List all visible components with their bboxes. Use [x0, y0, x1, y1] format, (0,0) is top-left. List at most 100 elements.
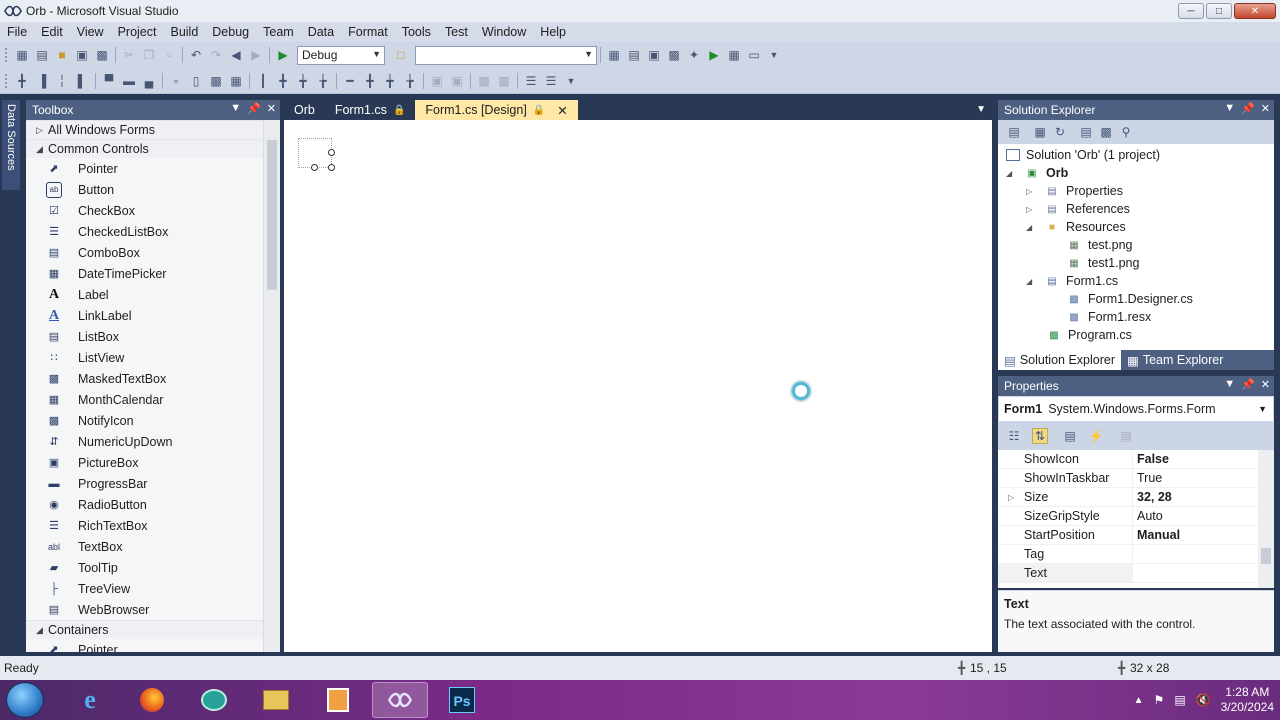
toolbox-item-datetimepicker[interactable]: ▦ DateTimePicker	[26, 263, 280, 284]
properties-object-selector[interactable]: Form1 System.Windows.Forms.Form ▼	[998, 396, 1274, 422]
messenger-icon[interactable]	[186, 682, 242, 718]
align-bottoms-icon[interactable]: ▄	[141, 73, 157, 89]
tree-item-resources[interactable]: ◢ ■ Resources	[1026, 218, 1126, 236]
tab-orb[interactable]: Orb	[284, 100, 325, 120]
network-icon[interactable]: ▤	[1174, 693, 1185, 707]
solution-explorer-icon[interactable]: ▦	[606, 47, 622, 63]
window-position-icon[interactable]: ▼	[1224, 378, 1235, 391]
property-row-tag[interactable]: Tag	[998, 545, 1258, 564]
tree-item-program-cs[interactable]: ▩ Program.cs	[1046, 326, 1132, 344]
firefox-icon[interactable]	[124, 682, 180, 718]
toolbox-group-common-controls[interactable]: ◢ Common Controls	[26, 139, 280, 158]
align-rights-icon[interactable]: ▌	[74, 73, 90, 89]
align-to-grid-icon[interactable]: ╋	[14, 73, 30, 89]
bring-to-front-icon[interactable]: ▩	[476, 73, 492, 89]
close-tab-icon[interactable]: ✕	[557, 103, 567, 118]
add-item-icon[interactable]: ▤	[34, 47, 50, 63]
start-page-icon[interactable]: ▶	[706, 47, 722, 63]
tree-item-properties[interactable]: ▷ ▤ Properties	[1026, 182, 1123, 200]
cut-icon[interactable]: ✂	[121, 47, 137, 63]
close-icon[interactable]: ✕	[1261, 378, 1270, 391]
pin-icon[interactable]: 📌	[1241, 102, 1255, 115]
window-position-icon[interactable]: ▼	[1224, 102, 1235, 115]
toolbox-item-webbrowser[interactable]: ▤ WebBrowser	[26, 599, 280, 620]
tree-item-solution[interactable]: Solution 'Orb' (1 project)	[1006, 146, 1160, 164]
solution-configuration-combo[interactable]: Debug ▼	[297, 45, 385, 65]
properties-icon[interactable]: ▤	[1006, 124, 1022, 140]
toolbox-item-checkedlistbox[interactable]: ☰ CheckedListBox	[26, 221, 280, 242]
visual-studio-taskbar-icon[interactable]	[372, 682, 428, 718]
menu-file[interactable]: File	[0, 22, 34, 42]
show-all-files-icon[interactable]: ▦	[1032, 124, 1048, 140]
tree-item-project-orb[interactable]: ◢ ▣ Orb	[1006, 164, 1068, 182]
tab-form1-cs[interactable]: Form1.cs 🔒	[325, 100, 416, 120]
toolbox-item-numericupdown[interactable]: ⇵ NumericUpDown	[26, 431, 280, 452]
action-center-flag-icon[interactable]: ⚑	[1154, 693, 1165, 707]
toolbox-item-tooltip[interactable]: ▰ ToolTip	[26, 557, 280, 578]
toolbox-item-maskedtextbox[interactable]: ▩ MaskedTextBox	[26, 368, 280, 389]
view-code-icon[interactable]: ▤	[1078, 124, 1094, 140]
toolbox-item-progressbar[interactable]: ▬ ProgressBar	[26, 473, 280, 494]
remove-vertical-spacing-icon[interactable]: ╆	[402, 73, 418, 89]
toolbox-item-picturebox[interactable]: ▣ PictureBox	[26, 452, 280, 473]
toolbox-icon[interactable]: ▩	[666, 47, 682, 63]
navigate-backward-icon[interactable]: ◀	[228, 47, 244, 63]
toolbox-item-richtextbox[interactable]: ☰ RichTextBox	[26, 515, 280, 536]
start-debugging-icon[interactable]: ▶	[275, 47, 291, 63]
center-horizontally-icon[interactable]: ▣	[429, 73, 445, 89]
extension-manager-icon[interactable]: ✦	[686, 47, 702, 63]
property-row-text[interactable]: Text	[998, 564, 1258, 583]
scrollbar-thumb[interactable]	[1261, 548, 1271, 564]
photoshop-icon[interactable]: Ps	[434, 682, 490, 718]
tree-item-test-png[interactable]: ▦ test.png	[1066, 236, 1132, 254]
make-same-width-icon[interactable]: ▫	[168, 73, 184, 89]
tab-team-explorer[interactable]: ▦ Team Explorer	[1121, 350, 1229, 370]
show-hidden-icons[interactable]: ▲	[1134, 695, 1144, 706]
internet-explorer-icon[interactable]: e	[62, 682, 118, 718]
toolbox-item-listbox[interactable]: ▤ ListBox	[26, 326, 280, 347]
toolbox-item-treeview[interactable]: ├ TreeView	[26, 578, 280, 599]
open-file-icon[interactable]: ■	[54, 47, 70, 63]
view-designer-icon[interactable]: ▩	[1098, 124, 1114, 140]
expand-icon[interactable]: ▷	[1026, 205, 1038, 214]
center-vertically-icon[interactable]: ▣	[449, 73, 465, 89]
undo-icon[interactable]: ↶	[188, 47, 204, 63]
collapse-icon[interactable]: ◢	[1026, 277, 1038, 286]
tab-form1-cs-design[interactable]: Form1.cs [Design] 🔒 ✕	[415, 100, 578, 120]
decrease-horizontal-spacing-icon[interactable]: ╈	[295, 73, 311, 89]
toolbar-grip[interactable]	[4, 47, 8, 63]
object-browser-icon[interactable]: ▣	[646, 47, 662, 63]
copy-icon[interactable]: ❐	[141, 47, 157, 63]
tree-item-form1-resx[interactable]: ▩ Form1.resx	[1066, 308, 1151, 326]
property-value[interactable]: Manual	[1132, 526, 1258, 545]
tab-order-icon[interactable]: ☰	[523, 73, 539, 89]
menu-team[interactable]: Team	[256, 22, 301, 42]
toolbox-group-containers[interactable]: ◢ Containers	[26, 620, 280, 639]
refresh-icon[interactable]: ↻	[1052, 124, 1068, 140]
toolbox-item-monthcalendar[interactable]: ▦ MonthCalendar	[26, 389, 280, 410]
send-to-back-icon[interactable]: ▩	[496, 73, 512, 89]
tree-item-test1-png[interactable]: ▦ test1.png	[1066, 254, 1139, 272]
menu-format[interactable]: Format	[341, 22, 395, 42]
toolbox-item-listview[interactable]: ∷ ListView	[26, 347, 280, 368]
resize-handle-bottom[interactable]	[311, 164, 318, 171]
toolbox-item-button[interactable]: ab Button	[26, 179, 280, 200]
volume-muted-icon[interactable]: 🔇	[1196, 693, 1211, 707]
align-tops-icon[interactable]: ▀	[101, 73, 117, 89]
menu-debug[interactable]: Debug	[205, 22, 256, 42]
tree-item-form1-designer-cs[interactable]: ▩ Form1.Designer.cs	[1066, 290, 1193, 308]
minimize-button[interactable]: ─	[1178, 3, 1204, 19]
close-icon[interactable]: ✕	[1261, 102, 1270, 115]
media-player-icon[interactable]	[310, 682, 366, 718]
properties-window-icon[interactable]: ▤	[626, 47, 642, 63]
scrollbar-thumb[interactable]	[267, 140, 277, 290]
menu-test[interactable]: Test	[438, 22, 475, 42]
resize-handle-bottom-right[interactable]	[328, 164, 335, 171]
pin-icon[interactable]: 📌	[247, 102, 261, 115]
toolbox-item-combobox[interactable]: ▤ ComboBox	[26, 242, 280, 263]
lock-controls-icon[interactable]: ☰	[543, 73, 559, 89]
class-view-icon[interactable]: ▦	[726, 47, 742, 63]
property-value[interactable]	[1132, 564, 1258, 583]
menu-view[interactable]: View	[70, 22, 111, 42]
toolbox-item-label[interactable]: A Label	[26, 284, 280, 305]
